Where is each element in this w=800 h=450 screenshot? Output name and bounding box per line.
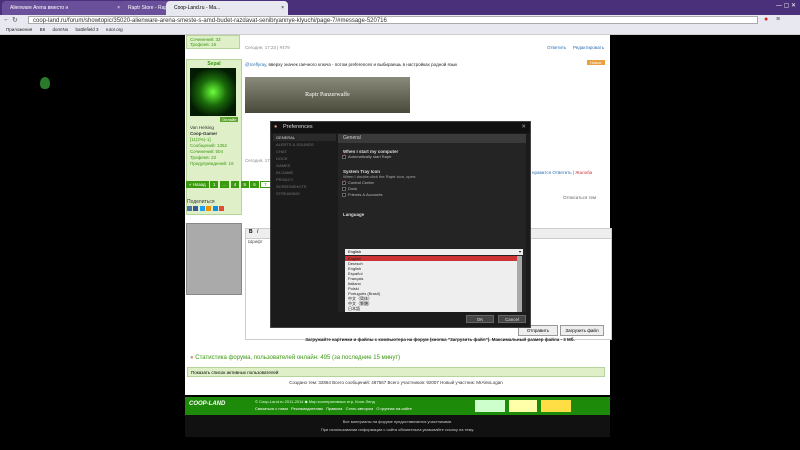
upload-button[interactable]: Загрузить файл [560,325,604,336]
page-button[interactable]: 1 [209,181,219,188]
sidebar-item-games[interactable]: GAMES [273,162,336,169]
font-select[interactable]: Шрифт [248,239,263,244]
sidebar-item-dock[interactable]: DOCK [273,155,336,162]
vk-icon[interactable] [187,206,192,211]
extension-icon[interactable]: ● [764,16,768,23]
bookmark-item[interactable]: battlefield 3 [76,27,99,32]
control-center-checkbox[interactable] [342,179,346,185]
twitter-icon[interactable] [199,206,205,211]
share-title: Поделиться [187,199,215,205]
close-icon[interactable]: ✕ [521,122,526,133]
upload-note: Загружайте картинки и файлы с компьютера… [305,337,575,342]
back-icon[interactable]: ← [3,16,10,23]
window-controls[interactable]: — ▢ ✕ [776,2,796,9]
preferences-dialog: ● Preferences ✕ GENERAL ALERTS & SOUNDS … [270,121,531,328]
my-avatar [186,223,242,295]
sidebar-item-chat[interactable]: CHAT [273,148,336,155]
footer-bar: COOP-LAND © Coop-Land.ru 2011-2014 ◆ Мир… [185,397,610,415]
username[interactable]: Sepal [187,60,241,68]
language-select[interactable]: English ▾ [345,249,523,255]
bold-icon[interactable]: B [249,229,253,235]
sidebar-item-in-game[interactable]: IN-GAME [273,169,336,176]
post-text: @Iceflyray, вверху значек гаечного ключа… [245,62,458,67]
close-icon[interactable]: × [281,1,284,15]
unsubscribe-link[interactable]: Отписаться тем [563,195,596,200]
footer-copyright: © Coop-Land.ru 2011-2014 ◆ Мир кооперати… [255,399,375,404]
chevron-down-icon[interactable]: ▾ [519,249,521,255]
raptr-icon: ● [274,124,278,130]
tab-alienware[interactable]: Alienware Arena вместо н × [2,1,124,15]
prev-page-button[interactable]: « Назад [186,181,209,188]
footer-notes: Все материалы на форуме предоставляются … [185,415,610,437]
googleplus-icon[interactable] [218,206,224,211]
bookmark-item[interactable]: dom!No [52,27,68,32]
page-button[interactable]: 5 [240,181,250,188]
section-title: General [338,134,526,143]
share-icons [187,206,224,213]
show-active-users[interactable]: Показать список активных пользователей [187,367,605,377]
coop-land-logo-icon [40,77,50,89]
footer-links: Связаться с нами Рекламодателям Правила … [255,406,412,411]
page-button[interactable]: 6 [250,181,259,188]
mailru-icon[interactable] [212,206,218,211]
prev-user-stats: Сочинений: 33 Трофеев: 15 [186,35,240,49]
post-actions: нравится Ответить | Жалоба [532,170,593,175]
bookmark-item[interactable]: Приложения [6,27,32,32]
menu-icon[interactable]: ≡ [776,16,780,23]
bookmarks-bar: Приложения ВК dom!No battlefield 3 rutor… [0,26,800,35]
counter-badge [541,400,571,412]
forum-stats-title: ● Статистика форума, пользователей онлай… [190,355,401,361]
mention-link[interactable]: @Iceflyray [245,62,266,67]
language-option[interactable]: 日本語 [345,306,517,311]
post-meta: Сегодня, 17:23 | #479 [245,45,290,50]
friends-accounts-checkbox[interactable] [342,193,346,197]
users-icon: ● [190,355,194,361]
status-badge: Онлайн [220,117,239,122]
page-button: ... [219,181,230,188]
sidebar-item-streaming[interactable]: STREAMING [273,190,336,197]
signature-image: Raptr Panzerwaffe [245,77,410,113]
edit-link[interactable]: Редактировать [573,45,604,50]
avatar[interactable] [190,68,236,116]
stats-line: Создано тем: 32864 Всего сообщений: 4875… [289,380,503,385]
auto-start-checkbox[interactable] [342,153,346,159]
tab-bar: Alienware Arena вместо н × Raptr Store - … [0,0,800,15]
italic-icon[interactable]: I [257,229,258,235]
sidebar-item-general[interactable]: GENERAL [273,134,336,141]
preferences-sidebar: GENERAL ALERTS & SOUNDS CHAT DOCK GAMES … [273,134,336,197]
counter-badge [509,400,537,412]
sidebar-item-alerts[interactable]: ALERTS & SOUNDS [273,141,336,148]
bookmark-item[interactable]: ВК [40,27,46,32]
odnoklassniki-icon[interactable] [206,206,212,211]
language-scrollbar[interactable] [517,256,522,312]
friends-accounts-option[interactable]: Friends & Accounts [338,192,526,198]
tab-coopland[interactable]: Coop-Land.ru - Ма... × [166,1,288,15]
reply-link[interactable]: Ответить [547,45,566,50]
language-list[interactable]: English Deutsch English Español Français… [345,256,517,312]
reload-icon[interactable]: ↻ [12,16,18,24]
facebook-icon[interactable] [193,206,199,211]
auto-start-option[interactable]: Automatically start Raptr [338,153,526,160]
pagination: « Назад 1 ... 4 5 6 7 [186,181,271,188]
bookmark-item[interactable]: rutor.org [106,27,123,32]
cancel-button[interactable]: Cancel [498,315,526,323]
language-label: Language [343,212,365,217]
dialog-title: ● Preferences ✕ [271,122,530,133]
new-badge: Новое [587,60,605,65]
user-card: Sepal Онлайн Van Helsing Coop-Gamer [11(… [186,59,242,215]
footer-logo[interactable]: COOP-LAND [189,401,225,407]
ok-button[interactable]: OK [466,315,494,323]
page-button[interactable]: 4 [230,181,240,188]
dock-checkbox[interactable] [342,187,346,191]
sidebar-item-screenshots[interactable]: SCREENSHOTS [273,183,336,190]
counter-badge [475,400,505,412]
sidebar-item-privacy[interactable]: PRIVACY [273,176,336,183]
url-input[interactable]: coop-land.ru/forum/showtopic/35020-alien… [28,16,758,24]
